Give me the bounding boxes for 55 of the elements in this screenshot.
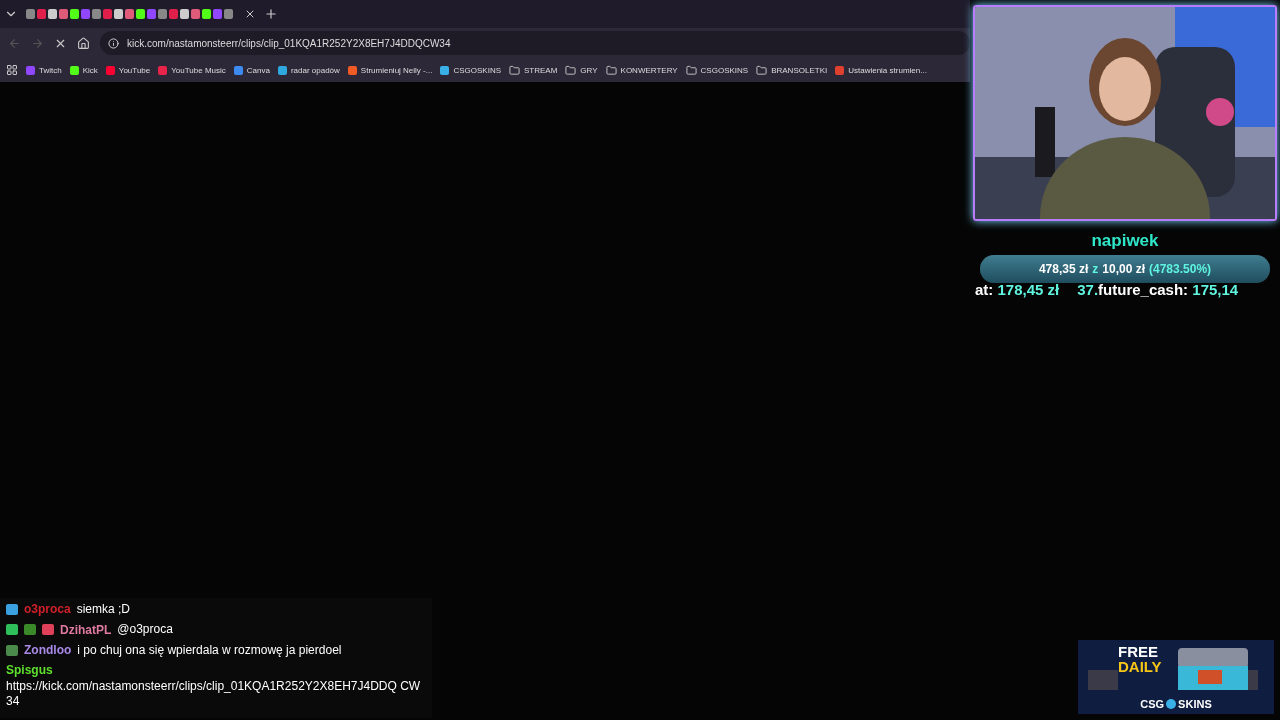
bookmark[interactable]: Canva <box>233 65 270 75</box>
bookmark[interactable]: CSGOSKINS <box>685 64 749 76</box>
goal-separator: z <box>1092 262 1099 276</box>
bookmark[interactable]: GRY <box>565 64 598 76</box>
bookmark[interactable]: CSGOSKINS <box>440 65 501 75</box>
goal-current: 478,35 zł <box>1038 262 1089 276</box>
bookmark[interactable]: KONWERTERY <box>605 64 678 76</box>
chat-message: i po chuj ona się wpierdala w rozmowę ja pierdoel <box>77 642 342 658</box>
chat-username: Spisgus <box>6 663 54 678</box>
apps-icon[interactable] <box>6 64 18 76</box>
folder-icon <box>685 64 697 76</box>
ad-banner[interactable]: FREE DAILY CSG SKINS <box>1078 640 1274 714</box>
goal-target: 10,00 zł <box>1102 262 1145 276</box>
bookmark[interactable]: YouTube <box>105 65 151 75</box>
new-tab-icon[interactable] <box>264 7 278 21</box>
badge-icon <box>6 644 18 656</box>
chat-username: DzihatPL <box>60 622 112 637</box>
bookmark[interactable]: BRANSOLETKI <box>756 64 828 76</box>
badge-icon <box>24 624 36 636</box>
logo-icon <box>1166 699 1177 709</box>
ad-headline: FREE <box>1118 644 1159 659</box>
bookmark[interactable]: Strumieniuj Nelly -... <box>347 65 433 75</box>
bookmark[interactable]: Twitch <box>26 65 62 75</box>
badge-icon <box>42 624 54 636</box>
home-icon[interactable] <box>77 36 90 50</box>
badge-icon <box>6 624 18 636</box>
ad-headline: DAILY <box>1118 659 1163 674</box>
folder-icon <box>509 64 520 76</box>
badge-icon <box>6 603 18 615</box>
folder-icon <box>756 64 768 76</box>
brand-name: CSG <box>1140 698 1165 710</box>
ticker-rank: 37. <box>1077 281 1099 298</box>
bookmark[interactable]: Kick <box>69 65 98 75</box>
chat-message: @o3proca <box>117 622 173 637</box>
goal-percent: (4783.50%) <box>1149 262 1212 276</box>
ticker-name: at: <box>975 281 994 298</box>
bookmark[interactable]: Ustawienia strumien... <box>835 65 927 75</box>
goal-title: napiwek <box>1091 231 1159 251</box>
folder-icon <box>605 64 617 76</box>
close-tab-icon[interactable] <box>244 8 256 20</box>
chat-message: siemka ;D <box>76 602 131 617</box>
ticker-name: future_cash: <box>1098 281 1189 298</box>
address-bar[interactable]: kick.com/nastamonsteerr/clips/clip_01KQA1R252Y2X8EH7J4DDQCW34 <box>100 31 970 55</box>
bookmark[interactable]: STREAM <box>509 64 558 76</box>
ticker-amount: 175,14 <box>1192 281 1239 298</box>
chat-message: https://kick.com/nastamonsteerr/clips/clip_01KQA1R252Y2X8EH7J4DDQ CW34 <box>6 679 422 708</box>
chat-username: o3proca <box>24 602 71 617</box>
ticker-amount: 178,45 zł <box>997 281 1060 298</box>
bookmark[interactable]: radar opadów <box>277 65 340 75</box>
bookmark[interactable]: YouTube Music <box>158 65 226 75</box>
pinned-tabs-drawing[interactable] <box>26 8 236 20</box>
folder-icon <box>565 64 577 76</box>
brand-name: SKINS <box>1178 698 1212 710</box>
chat-username: Zondloo <box>24 643 72 657</box>
info-icon[interactable] <box>108 37 119 49</box>
